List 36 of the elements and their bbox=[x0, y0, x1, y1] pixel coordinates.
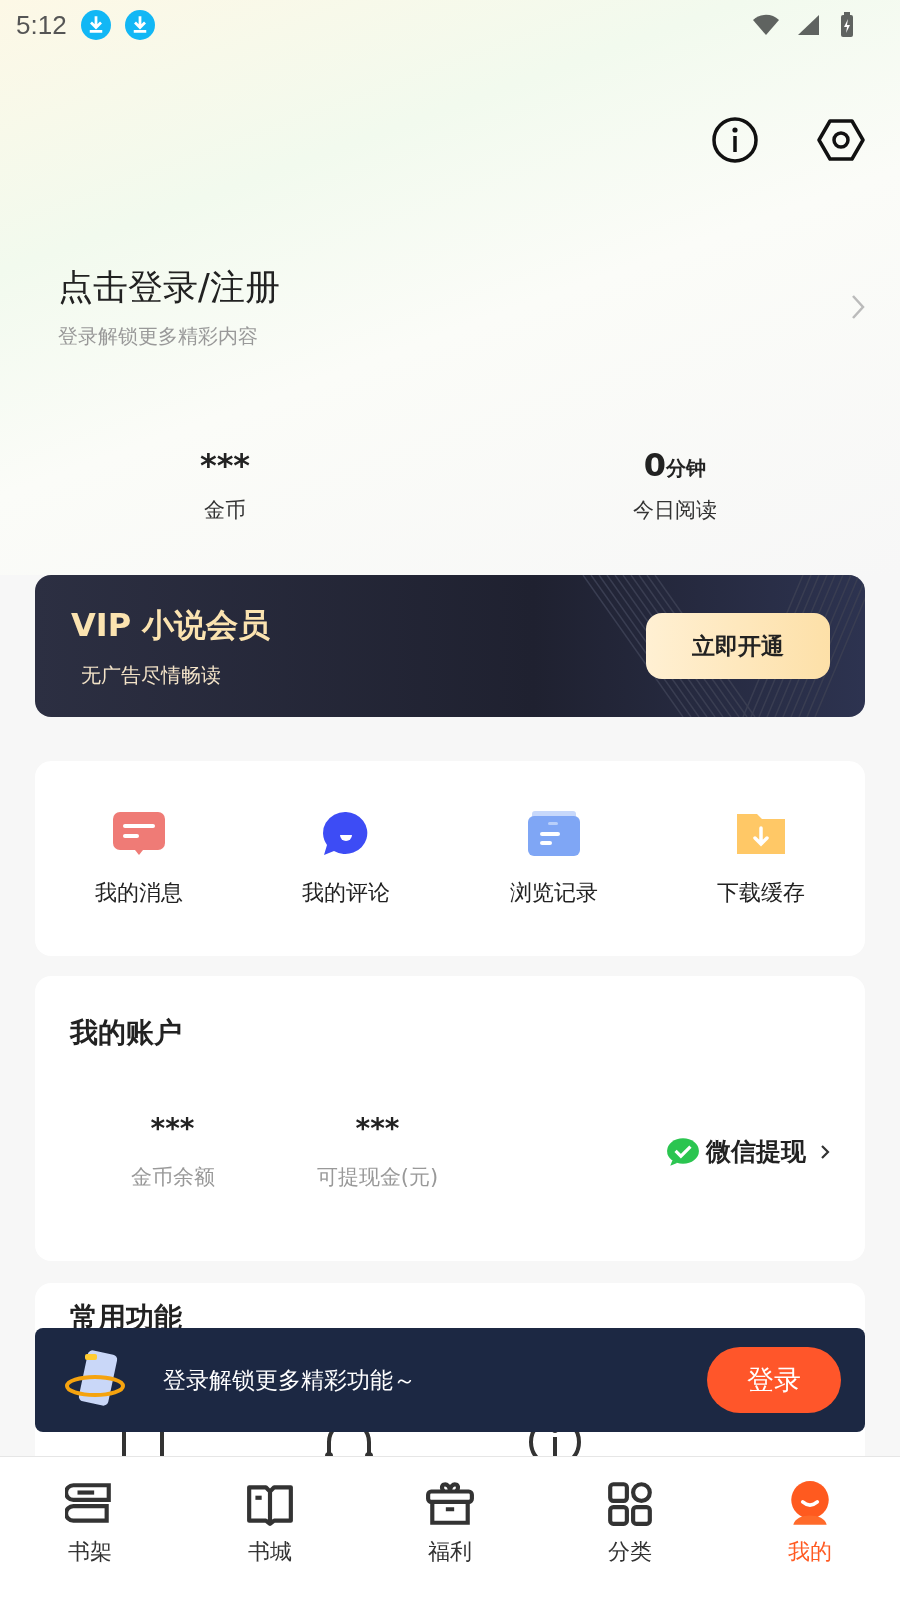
nav-tab[interactable]: 分类 bbox=[540, 1457, 720, 1600]
stat-label: 金币 bbox=[204, 497, 246, 524]
account-label: 可提现金(元) bbox=[316, 1164, 439, 1191]
shortcut-label[interactable]: 我的评论 bbox=[302, 877, 391, 908]
wifi-icon bbox=[752, 13, 780, 37]
shortcut-label[interactable]: 下载缓存 bbox=[717, 877, 806, 908]
stat-value: *** bbox=[199, 446, 251, 484]
vip-title: VIP 小说会员 bbox=[71, 604, 271, 646]
wechat-withdraw-link[interactable]: 微信提现 bbox=[666, 1135, 830, 1168]
info-icon[interactable] bbox=[711, 116, 759, 164]
download-icon bbox=[124, 10, 155, 40]
status-time: 5:12 bbox=[16, 9, 67, 41]
vip-subtitle: 无广告尽情畅读 bbox=[81, 661, 222, 689]
stat-label: 今日阅读 bbox=[633, 497, 717, 524]
vip-banner[interactable]: VIP 小说会员 无广告尽情畅读 立即开通 bbox=[35, 575, 865, 717]
shortcut-label[interactable]: 我的消息 bbox=[94, 877, 183, 908]
chat-check-icon bbox=[666, 1136, 700, 1167]
shortcut-label[interactable]: 浏览记录 bbox=[509, 877, 598, 908]
login-title[interactable]: 点击登录/注册 bbox=[58, 264, 280, 311]
account-title: 我的账户 bbox=[70, 1015, 182, 1051]
settings-icon[interactable] bbox=[817, 116, 865, 164]
stat-unit: 分钟 bbox=[666, 456, 707, 482]
stat-value: 0 bbox=[643, 446, 667, 484]
activate-button[interactable]: 立即开通 bbox=[646, 613, 830, 679]
battery-icon bbox=[840, 12, 854, 38]
grid-icon bbox=[605, 1479, 655, 1529]
nav-tab[interactable]: 书架 bbox=[0, 1457, 180, 1600]
nav-tab[interactable]: 福利 bbox=[360, 1457, 540, 1600]
nav-tab[interactable]: 书城 bbox=[180, 1457, 360, 1600]
login-subtitle: 登录解锁更多精彩内容 bbox=[58, 323, 259, 350]
download-icon bbox=[80, 10, 111, 40]
account-value: *** bbox=[150, 1112, 195, 1145]
account-value: *** bbox=[355, 1112, 400, 1145]
account-label: 金币余额 bbox=[130, 1164, 215, 1191]
login-prompt-text: 登录解锁更多精彩功能～ bbox=[163, 1365, 416, 1395]
chevron-right-icon bbox=[820, 1143, 830, 1160]
